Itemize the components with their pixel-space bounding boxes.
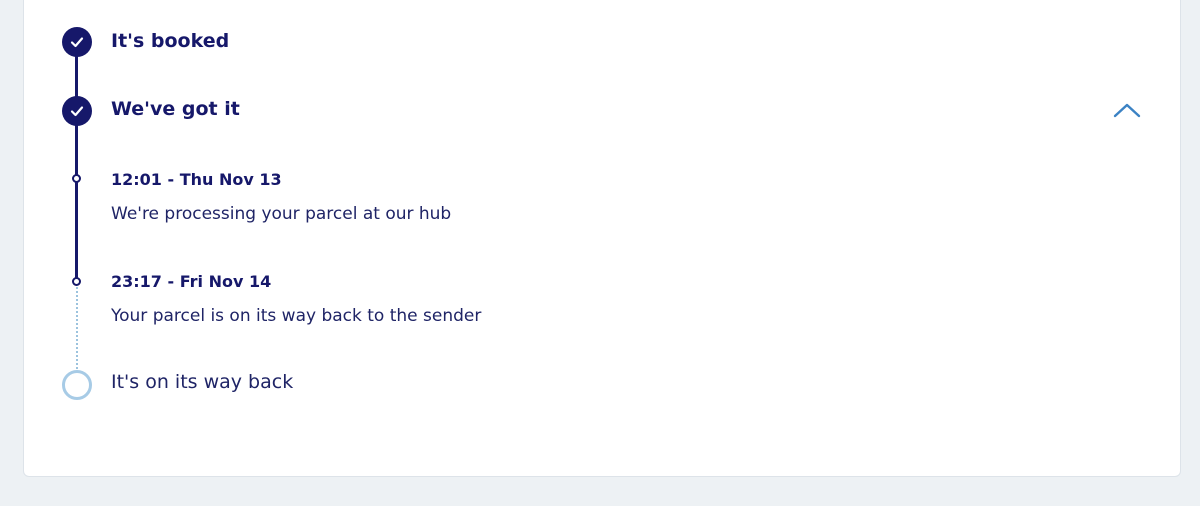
check-icon	[70, 106, 84, 117]
collapse-button[interactable]	[1110, 96, 1144, 124]
event-dot-icon	[72, 174, 81, 183]
step-complete-check-icon	[62, 27, 92, 57]
check-icon	[70, 37, 84, 48]
step-title-on-way-back: It's on its way back	[111, 371, 294, 393]
step-title-got-it[interactable]: We've got it	[111, 98, 240, 120]
step-title-booked: It's booked	[111, 30, 230, 52]
event-description: Your parcel is on its way back to the se…	[111, 306, 482, 326]
event-dot-icon	[72, 277, 81, 286]
timeline-line-pending	[76, 287, 78, 369]
step-complete-check-icon	[62, 96, 92, 126]
chevron-up-icon	[1113, 103, 1141, 118]
event-time: 23:17 - Fri Nov 14	[111, 272, 272, 291]
event-description: We're processing your parcel at our hub	[111, 204, 452, 224]
timeline-line	[75, 124, 78, 282]
event-time: 12:01 - Thu Nov 13	[111, 170, 282, 189]
tracking-card	[23, 0, 1181, 477]
open-circle-icon	[62, 370, 92, 400]
